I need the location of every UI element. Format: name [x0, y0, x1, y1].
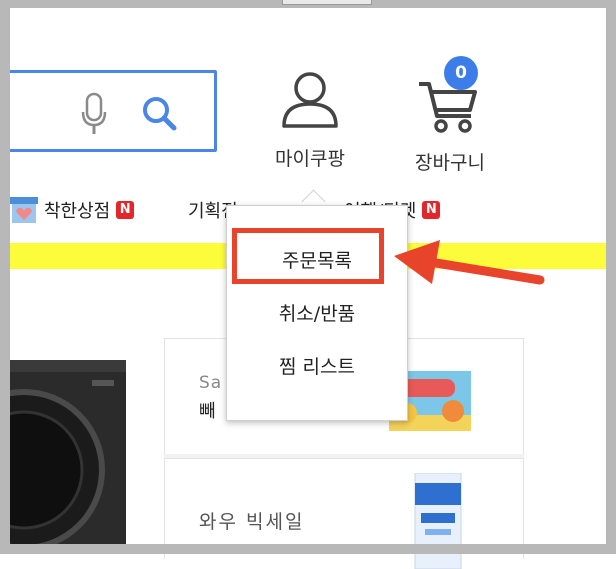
nav-item-label: 착한상점 [44, 201, 111, 222]
washer-product-image[interactable] [0, 360, 126, 554]
microphone-icon[interactable] [79, 92, 109, 136]
screen-frame-bottom [0, 544, 616, 554]
card-title: 와우 빅세일 [199, 511, 305, 533]
cart-label: 장바구니 [415, 152, 485, 174]
search-icon[interactable] [139, 93, 179, 133]
my-coupang-button[interactable]: 마이쿠팡 [258, 66, 362, 176]
my-coupang-label: 마이쿠팡 [275, 148, 345, 170]
cart-button[interactable]: 0 장바구니 [398, 56, 502, 176]
search-box[interactable] [0, 70, 217, 152]
annotation-arrow-icon [394, 240, 545, 285]
card-subtitle: Sa [199, 373, 223, 393]
store-icon [10, 197, 38, 223]
nav-item-good-store[interactable]: 착한상점 N [8, 190, 135, 230]
menu-item-cancel-return[interactable]: 취소/반품 [227, 299, 407, 326]
highlight-box [232, 228, 384, 284]
frame-tab [282, 0, 372, 5]
user-icon [282, 72, 338, 128]
new-badge: N [116, 201, 135, 219]
product-image [414, 473, 462, 569]
screen-frame-right [606, 0, 616, 554]
cart-count-badge: 0 [444, 56, 478, 90]
menu-item-wishlist[interactable]: 찜 리스트 [227, 352, 407, 379]
card-title: 빼 [199, 401, 216, 422]
new-badge: N [422, 201, 441, 219]
screen-frame-left [0, 0, 10, 554]
